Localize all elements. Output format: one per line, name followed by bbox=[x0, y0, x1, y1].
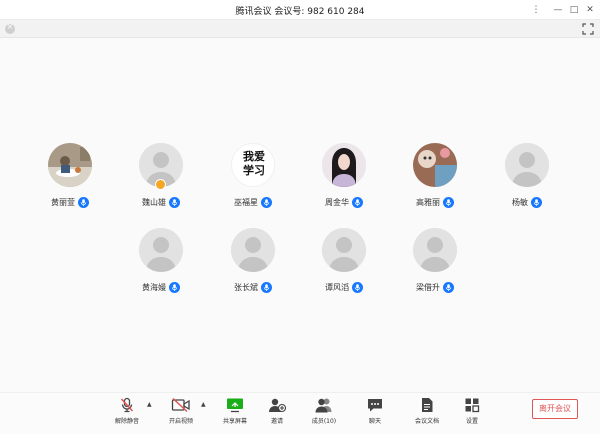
info-close-icon[interactable] bbox=[5, 22, 15, 34]
avatar bbox=[231, 228, 275, 272]
meeting-info-bar bbox=[0, 20, 600, 38]
avatar-text: 学习 bbox=[243, 164, 265, 177]
start-video-button[interactable]: 开启视频 bbox=[158, 397, 204, 431]
members-icon bbox=[315, 398, 332, 413]
avatar bbox=[505, 143, 549, 187]
participant-name: 黄丽萱 bbox=[51, 198, 75, 207]
participant-tile[interactable]: 张长斌 bbox=[213, 228, 293, 298]
settings-button[interactable]: 设置 bbox=[449, 397, 495, 431]
avatar bbox=[48, 143, 92, 187]
participant-name-row: 巫福星 bbox=[213, 192, 293, 208]
participant-tile[interactable]: 我爱 学习 巫福星 bbox=[213, 143, 293, 213]
mic-icon bbox=[443, 197, 454, 208]
add-user-icon bbox=[269, 398, 286, 413]
participant-tile[interactable]: 黄海嫚 bbox=[121, 228, 201, 298]
participant-name: 巫福星 bbox=[234, 198, 258, 207]
maximize-icon[interactable]: □ bbox=[566, 2, 582, 18]
participant-tile[interactable]: 周金华 bbox=[304, 143, 384, 213]
mic-icon bbox=[352, 197, 363, 208]
participant-name: 魏山雄 bbox=[142, 198, 166, 207]
participant-name: 杨敏 bbox=[512, 198, 528, 207]
participant-name-row: 魏山雄 bbox=[121, 192, 201, 208]
mic-icon bbox=[531, 197, 542, 208]
avatar: 我爱 学习 bbox=[231, 143, 275, 187]
window-title: 腾讯会议 会议号: 982 610 284 bbox=[235, 7, 365, 17]
avatar bbox=[413, 228, 457, 272]
unmute-button[interactable]: 解除静音 bbox=[104, 397, 150, 431]
share-screen-label: 共享屏幕 bbox=[222, 418, 247, 425]
video-options-caret-icon[interactable]: ▲ bbox=[201, 402, 207, 408]
participant-name-row: 杨敏 bbox=[487, 192, 567, 208]
chat-icon bbox=[368, 399, 382, 412]
host-badge-icon bbox=[155, 179, 166, 190]
document-icon bbox=[422, 398, 433, 412]
participant-name: 黄海嫚 bbox=[142, 283, 166, 292]
settings-label: 设置 bbox=[465, 418, 478, 425]
mic-icon bbox=[169, 282, 180, 293]
share-screen-icon bbox=[227, 398, 243, 413]
meeting-docs-button[interactable]: 会议文档 bbox=[404, 397, 450, 431]
participant-tile[interactable]: 魏山雄 bbox=[121, 143, 201, 213]
start-video-label: 开启视频 bbox=[168, 418, 193, 425]
participant-tile[interactable]: 谭风滔 bbox=[304, 228, 384, 298]
chat-button[interactable]: 聊天 bbox=[352, 397, 398, 431]
invite-button[interactable]: 邀请 bbox=[254, 397, 300, 431]
avatar-text: 我爱 bbox=[243, 150, 265, 163]
participant-name-row: 黄海嫚 bbox=[121, 277, 201, 293]
fullscreen-icon[interactable] bbox=[582, 23, 594, 35]
minimize-icon[interactable]: — bbox=[550, 2, 566, 18]
participant-name: 张长斌 bbox=[234, 283, 258, 292]
menu-icon[interactable]: ⋮ bbox=[528, 2, 544, 18]
participant-name-row: 高雅丽 bbox=[395, 192, 475, 208]
mic-muted-icon bbox=[120, 397, 134, 413]
meeting-toolbar: 解除静音 ▲ 开启视频 ▲ 共享屏幕 邀请 成员(10) 聊天 会议文档 设置 bbox=[0, 392, 600, 434]
title-bar: 腾讯会议 会议号: 982 610 284 ⋮ — □ ✕ bbox=[0, 0, 600, 20]
participant-name-row: 黄丽萱 bbox=[30, 192, 110, 208]
close-icon[interactable]: ✕ bbox=[582, 2, 598, 18]
mic-icon bbox=[261, 282, 272, 293]
video-off-icon bbox=[171, 397, 190, 413]
avatar bbox=[322, 228, 366, 272]
share-screen-button[interactable]: 共享屏幕 bbox=[212, 397, 258, 431]
avatar bbox=[139, 228, 183, 272]
participant-name: 梁借升 bbox=[416, 283, 440, 292]
avatar bbox=[322, 143, 366, 187]
unmute-label: 解除静音 bbox=[114, 418, 139, 425]
participant-gallery: 黄丽萱 魏山雄 我爱 学习 巫福星 周金华 高雅丽 杨敏 黄海嫚 张长斌 谭风滔… bbox=[0, 38, 600, 392]
invite-label: 邀请 bbox=[270, 418, 283, 425]
mic-icon bbox=[78, 197, 89, 208]
participant-tile[interactable]: 高雅丽 bbox=[395, 143, 475, 213]
meeting-docs-label: 会议文档 bbox=[414, 418, 439, 425]
chat-label: 聊天 bbox=[368, 418, 381, 425]
audio-options-caret-icon[interactable]: ▲ bbox=[147, 402, 153, 408]
mic-icon bbox=[443, 282, 454, 293]
mic-icon bbox=[261, 197, 272, 208]
participant-name: 谭风滔 bbox=[325, 283, 349, 292]
mic-icon bbox=[169, 197, 180, 208]
avatar bbox=[413, 143, 457, 187]
participant-name-row: 谭风滔 bbox=[304, 277, 384, 293]
participant-tile[interactable]: 杨敏 bbox=[487, 143, 567, 213]
settings-grid-icon bbox=[465, 398, 480, 413]
participant-name-row: 梁借升 bbox=[395, 277, 475, 293]
mic-icon bbox=[352, 282, 363, 293]
leave-meeting-button[interactable]: 离开会议 bbox=[532, 399, 578, 419]
participant-name: 周金华 bbox=[325, 198, 349, 207]
participant-name-row: 张长斌 bbox=[213, 277, 293, 293]
participant-name: 高雅丽 bbox=[416, 198, 440, 207]
members-button[interactable]: 成员(10) bbox=[301, 397, 347, 431]
participant-tile[interactable]: 梁借升 bbox=[395, 228, 475, 298]
members-label: 成员(10) bbox=[311, 418, 337, 425]
participant-tile[interactable]: 黄丽萱 bbox=[30, 143, 110, 213]
participant-name-row: 周金华 bbox=[304, 192, 384, 208]
